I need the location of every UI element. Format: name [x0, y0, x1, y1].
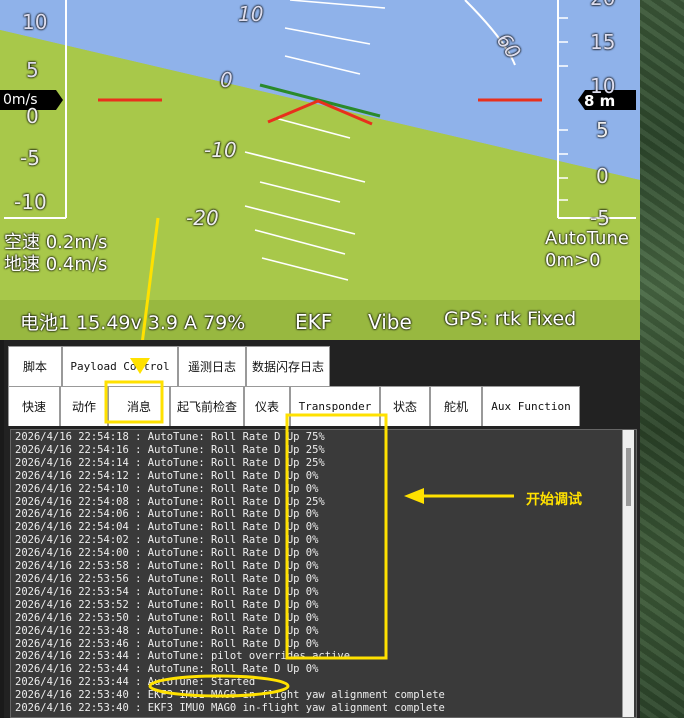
actions-panel: 脚本 Payload Control 遥测日志 数据闪存日志 快速 动作 消息 … — [0, 340, 640, 718]
tab-scripts[interactable]: 脚本 — [8, 346, 62, 386]
scroll-thumb[interactable] — [626, 448, 631, 506]
tab-preflight[interactable]: 起飞前检查 — [170, 386, 244, 426]
speed-scale-5: 5 — [26, 58, 39, 82]
gps-status[interactable]: GPS: rtk Fixed — [444, 308, 576, 330]
log-line: 2026/4/16 22:53:44 : AutoTune: Started — [15, 676, 256, 689]
tab-transponder[interactable]: Transponder — [290, 386, 380, 426]
log-line: 2026/4/16 22:53:44 : AutoTune: Roll Rate… — [15, 663, 319, 676]
log-line: 2026/4/16 22:53:40 : EKF3 IMU0 MAG0 in-f… — [15, 702, 445, 715]
pitch-label-minus10: -10 — [204, 138, 237, 162]
log-line: 2026/4/16 22:53:40 : EKF3 IMU1 MAG0 in-f… — [15, 689, 445, 702]
alt-scale-20: 20 — [590, 0, 615, 10]
vibe-status[interactable]: Vibe — [368, 310, 412, 334]
speed-scale-minus5: -5 — [20, 146, 40, 170]
speed-scale-10: 10 — [22, 10, 48, 34]
tab-gauges[interactable]: 仪表 — [244, 386, 290, 426]
log-line: 2026/4/16 22:54:16 : AutoTune: Roll Rate… — [15, 443, 325, 456]
tab-servo[interactable]: 舵机 — [430, 386, 482, 426]
flight-mode-sub: 0m>0 — [545, 250, 601, 271]
annotation-label: 开始调试 — [526, 492, 582, 508]
tab-actions[interactable]: 动作 — [60, 386, 108, 426]
log-line: 2026/4/16 22:54:18 : AutoTune: Roll Rate… — [15, 431, 325, 443]
log-line: 2026/4/16 22:53:52 : AutoTune: Roll Rate… — [15, 598, 319, 611]
tab-row-1: 脚本 Payload Control 遥测日志 数据闪存日志 — [8, 346, 330, 386]
messages-log[interactable]: 2026/4/16 22:54:18 : AutoTune: Roll Rate… — [10, 429, 637, 718]
pitch-label-10: 10 — [238, 2, 264, 26]
tab-telemetry-logs[interactable]: 遥测日志 — [178, 346, 246, 386]
vertical-speed-readout: 0m/s — [3, 92, 38, 108]
tab-status[interactable]: 状态 — [380, 386, 430, 426]
tab-aux-function[interactable]: Aux Function — [482, 386, 580, 426]
pitch-label-minus20: -20 — [186, 206, 219, 230]
tab-quick[interactable]: 快速 — [8, 386, 60, 426]
alt-scale-0: 0 — [596, 164, 609, 188]
groundspeed-text: 地速 0.4m/s — [4, 254, 108, 275]
flight-hud: 10 0 -10 -20 60 10 5 0 -5 -10 20 15 10 5… — [0, 0, 640, 340]
log-line: 2026/4/16 22:53:56 : AutoTune: Roll Rate… — [15, 572, 319, 585]
tab-row-2: 快速 动作 消息 起飞前检查 仪表 Transponder 状态 舵机 Aux … — [8, 386, 580, 426]
alt-scale-5: 5 — [596, 118, 609, 142]
tab-messages[interactable]: 消息 — [108, 386, 170, 426]
tab-dataflash-logs[interactable]: 数据闪存日志 — [246, 346, 330, 386]
log-lines: 2026/4/16 22:54:18 : AutoTune: Roll Rate… — [15, 431, 445, 715]
log-scrollbar[interactable] — [622, 430, 634, 717]
speed-scale-minus10: -10 — [14, 190, 47, 214]
attitude-indicator — [0, 0, 640, 340]
log-line: 2026/4/16 22:54:02 : AutoTune: Roll Rate… — [15, 534, 319, 547]
log-line: 2026/4/16 22:53:54 : AutoTune: Roll Rate… — [15, 585, 319, 598]
log-line: 2026/4/16 22:54:00 : AutoTune: Roll Rate… — [15, 547, 319, 560]
log-line: 2026/4/16 22:54:12 : AutoTune: Roll Rate… — [15, 469, 319, 482]
log-line: 2026/4/16 22:54:06 : AutoTune: Roll Rate… — [15, 508, 319, 521]
log-line: 2026/4/16 22:54:10 : AutoTune: Roll Rate… — [15, 482, 319, 495]
satellite-map-background — [640, 0, 684, 718]
log-line: 2026/4/16 22:53:46 : AutoTune: Roll Rate… — [15, 637, 319, 650]
flight-mode-text: AutoTune — [545, 228, 629, 249]
log-line: 2026/4/16 22:53:48 : AutoTune: Roll Rate… — [15, 624, 319, 637]
ekf-status[interactable]: EKF — [295, 310, 332, 334]
pitch-label-0: 0 — [220, 68, 233, 92]
altitude-readout: 8 m — [584, 92, 616, 110]
log-line: 2026/4/16 22:54:14 : AutoTune: Roll Rate… — [15, 456, 325, 469]
log-line: 2026/4/16 22:53:58 : AutoTune: Roll Rate… — [15, 560, 319, 573]
alt-scale-minus5: -5 — [590, 206, 610, 230]
log-line: 2026/4/16 22:53:50 : AutoTune: Roll Rate… — [15, 611, 319, 624]
battery-status[interactable]: 电池1 15.49v 3.9 A 79% — [20, 308, 245, 335]
alt-scale-15: 15 — [590, 30, 616, 54]
log-line: 2026/4/16 22:53:44 : AutoTune: pilot ove… — [15, 650, 351, 663]
tab-payload-control[interactable]: Payload Control — [62, 346, 178, 386]
log-line: 2026/4/16 22:54:08 : AutoTune: Roll Rate… — [15, 495, 325, 508]
log-line: 2026/4/16 22:54:04 : AutoTune: Roll Rate… — [15, 521, 319, 534]
